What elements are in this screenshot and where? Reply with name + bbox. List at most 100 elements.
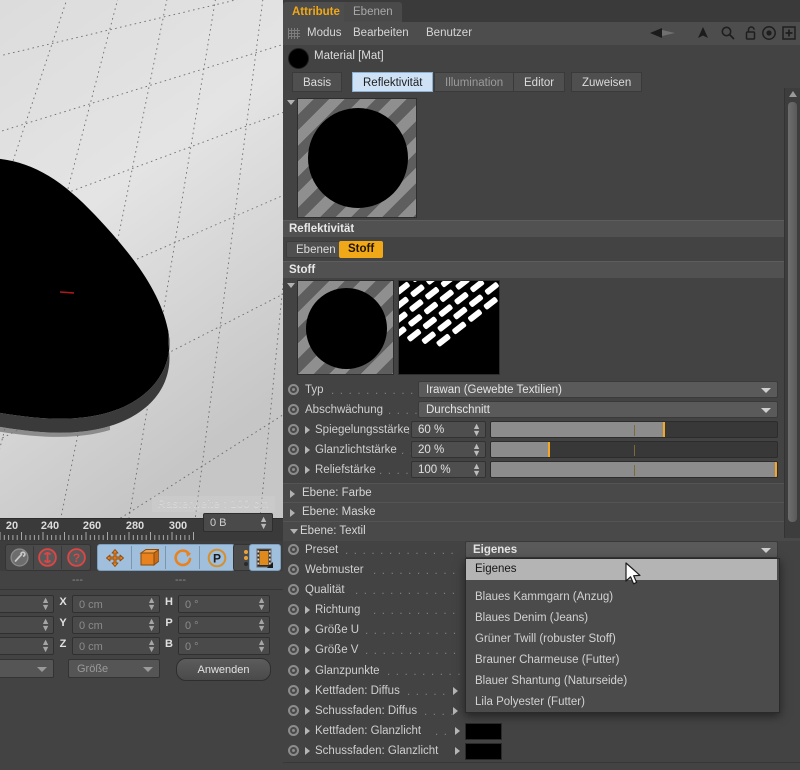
folder-ebene-farbe[interactable]: Ebene: Farbe <box>283 483 800 503</box>
coord-extra-field-x[interactable]: ▲▼ <box>0 595 54 613</box>
spinner-icon[interactable]: ▲▼ <box>147 618 156 632</box>
subtab-stoff[interactable]: Stoff <box>339 241 383 258</box>
param-slider-glanzlichtstaerke[interactable] <box>490 441 778 458</box>
drag-grip-icon[interactable] <box>288 28 300 39</box>
slider-handle[interactable] <box>663 422 665 437</box>
apply-button[interactable]: Anwenden <box>176 658 271 681</box>
expand-arrow-icon[interactable] <box>290 509 295 517</box>
coord-field-x[interactable]: 0 cm ▲▼ <box>72 595 160 613</box>
color-swatch-schussfaden-glanzlicht[interactable] <box>465 743 502 760</box>
frame-value-field[interactable]: 0 B ▲▼ <box>203 513 273 532</box>
tool-rotate-button[interactable] <box>166 546 200 569</box>
expand-arrow-icon[interactable] <box>453 687 458 695</box>
expand-arrow-icon[interactable] <box>455 727 460 735</box>
animate-dot-icon[interactable] <box>288 725 299 736</box>
spinner-icon[interactable]: ▲▼ <box>257 597 266 611</box>
panel-scrollbar[interactable] <box>784 88 800 538</box>
expand-arrow-icon[interactable] <box>290 490 295 498</box>
collapse-triangle-icon[interactable] <box>287 283 295 288</box>
expand-arrow-icon[interactable] <box>305 747 310 755</box>
scrollbar-thumb[interactable] <box>788 102 797 522</box>
coord-field-y[interactable]: 0 cm ▲▼ <box>72 616 160 634</box>
tab-reflektivitat[interactable]: Reflektivität <box>352 72 433 92</box>
expand-arrow-icon[interactable] <box>305 687 310 695</box>
animate-dot-icon[interactable] <box>288 644 299 655</box>
dropdown-option-polyester[interactable]: Lila Polyester (Futter) <box>466 692 777 713</box>
folder-ebene-maske[interactable]: Ebene: Maske <box>283 502 800 522</box>
tab-attribute[interactable]: Attribute <box>283 2 349 22</box>
tool-render-button[interactable] <box>250 546 278 569</box>
animate-dot-icon[interactable] <box>288 685 299 696</box>
lock-button[interactable] <box>743 25 759 41</box>
menu-modus[interactable]: Modus <box>307 26 342 41</box>
param-slider-reliefstaerke[interactable] <box>490 461 778 478</box>
dropdown-option-denim[interactable]: Blaues Denim (Jeans) <box>466 608 777 629</box>
animate-dot-icon[interactable] <box>288 424 299 435</box>
search-button[interactable] <box>720 25 736 41</box>
coord-field-h[interactable]: 0 ° ▲▼ <box>178 595 270 613</box>
tab-illumination[interactable]: Illumination <box>434 72 514 92</box>
spinner-icon[interactable]: ▲▼ <box>147 639 156 653</box>
material-preview-thumb[interactable] <box>297 98 417 218</box>
dropdown-option-charmeuse[interactable]: Brauner Charmeuse (Futter) <box>466 650 777 671</box>
spinner-icon[interactable]: ▲▼ <box>41 597 50 611</box>
expand-arrow-icon[interactable] <box>305 626 310 634</box>
expand-arrow-icon[interactable] <box>305 446 310 454</box>
dropdown-option-shantung[interactable]: Blauer Shantung (Naturseide) <box>466 671 777 692</box>
collapse-triangle-icon[interactable] <box>287 100 295 105</box>
spinner-icon[interactable]: ▲▼ <box>472 423 481 437</box>
expand-arrow-icon[interactable] <box>305 426 310 434</box>
expand-arrow-icon[interactable] <box>305 606 310 614</box>
tab-zuweisen[interactable]: Zuweisen <box>571 72 642 92</box>
material-swatch-icon[interactable] <box>288 48 309 69</box>
animate-dot-icon[interactable] <box>288 564 299 575</box>
spinner-icon[interactable]: ▲▼ <box>41 639 50 653</box>
spinner-icon[interactable]: ▲▼ <box>257 618 266 632</box>
menu-benutzer[interactable]: Benutzer <box>426 26 472 41</box>
coord-extra-field-y[interactable]: ▲▼ <box>0 616 54 634</box>
coord-extra-field-z[interactable]: ▲▼ <box>0 637 54 655</box>
size-mode-dropdown[interactable]: Größe <box>68 659 160 678</box>
param-number-glanzlichtstaerke[interactable]: 20 % ▲▼ <box>411 441 486 458</box>
dropdown-option-twill[interactable]: Grüner Twill (robuster Stoff) <box>466 629 777 650</box>
preset-dropdown-popup[interactable]: Eigenes Blaues Kammgarn (Anzug) Blaues D… <box>465 558 780 713</box>
color-swatch-kettfaden-glanzlicht[interactable] <box>465 723 502 740</box>
coord-mode-dropdown[interactable] <box>0 659 54 678</box>
slider-handle[interactable] <box>548 442 550 457</box>
animate-dot-icon[interactable] <box>288 604 299 615</box>
coord-field-p[interactable]: 0 ° ▲▼ <box>178 616 270 634</box>
expand-arrow-icon[interactable] <box>305 727 310 735</box>
param-slider-spiegelungsstaerke[interactable] <box>490 421 778 438</box>
dropdown-option-kammgarn[interactable]: Blaues Kammgarn (Anzug) <box>466 587 777 608</box>
spinner-icon[interactable]: ▲▼ <box>257 639 266 653</box>
animate-dot-icon[interactable] <box>288 544 299 555</box>
slider-handle[interactable] <box>775 462 777 477</box>
spinner-icon[interactable]: ▲▼ <box>472 443 481 457</box>
expand-arrow-icon[interactable] <box>305 466 310 474</box>
tool-undo-button[interactable] <box>6 546 34 569</box>
spinner-icon[interactable]: ▲▼ <box>147 597 156 611</box>
up-arrow-button[interactable] <box>695 25 711 41</box>
param-number-spiegelungsstaerke[interactable]: 60 % ▲▼ <box>411 421 486 438</box>
spinner-icon[interactable]: ▲▼ <box>259 516 268 530</box>
back-arrow-button[interactable] <box>648 25 678 41</box>
expand-arrow-icon[interactable] <box>305 707 310 715</box>
expand-arrow-icon[interactable] <box>305 667 310 675</box>
dropdown-option-eigenes[interactable]: Eigenes <box>466 559 777 580</box>
param-dropdown-abschwaechung[interactable]: Durchschnitt <box>418 401 778 418</box>
animate-dot-icon[interactable] <box>288 444 299 455</box>
coord-field-z[interactable]: 0 cm ▲▼ <box>72 637 160 655</box>
stoff-sphere-thumb[interactable] <box>297 280 394 375</box>
spinner-icon[interactable]: ▲▼ <box>41 618 50 632</box>
expand-arrow-icon[interactable] <box>455 747 460 755</box>
animate-dot-icon[interactable] <box>288 464 299 475</box>
tool-move-button[interactable] <box>98 546 132 569</box>
tab-basis[interactable]: Basis <box>292 72 342 92</box>
target-button[interactable] <box>761 25 777 41</box>
folder-ebene-textil[interactable]: Ebene: Textil <box>283 521 800 541</box>
weave-pattern-thumb[interactable] <box>398 280 500 375</box>
collapse-triangle-icon[interactable] <box>290 529 298 534</box>
subtab-ebenen[interactable]: Ebenen <box>286 241 346 258</box>
animate-dot-icon[interactable] <box>288 404 299 415</box>
tool-link-button[interactable] <box>34 546 62 569</box>
